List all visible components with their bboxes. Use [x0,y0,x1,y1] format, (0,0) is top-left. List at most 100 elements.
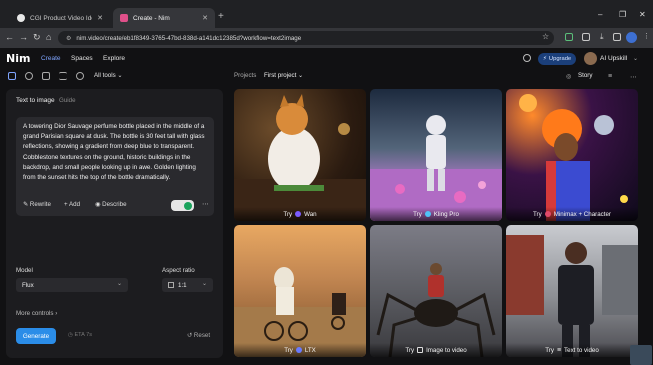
kling-logo-icon [424,211,431,217]
sidebar-icon[interactable] [613,33,621,41]
gallery-card-image-to-video[interactable]: Try Image to video [370,225,502,357]
gallery-card-minimax[interactable]: Try Minimax + Character [506,89,638,221]
try-model-button[interactable]: Try Wan [234,207,366,221]
more-controls-toggle[interactable]: More controls › [16,310,57,317]
close-window-icon[interactable]: ✕ [639,10,646,19]
more-options-icon[interactable]: ⋯ [630,73,637,81]
wan-logo-icon [295,211,302,217]
model-select[interactable]: Flux ⌄ [16,278,128,292]
search-icon[interactable] [523,54,531,62]
download-icon[interactable]: ⤓ [600,32,604,42]
upgrade-button[interactable]: ⚡ Upgrade [538,53,576,65]
minimize-icon[interactable]: – [598,10,602,19]
bookmark-star-icon[interactable]: ☆ [542,32,549,41]
new-tab-button[interactable]: + [218,11,224,22]
text-lines-icon: ≡ [556,346,562,354]
prompt-text[interactable]: A towering Dior Sauvage perfume bottle p… [23,122,209,183]
generate-button[interactable]: Generate [16,328,56,344]
rewrite-label: Rewrite [29,201,51,208]
reload-icon[interactable]: ↻ [33,32,41,43]
aspect-ratio-label: Aspect ratio [162,267,195,274]
projects-label[interactable]: Projects [234,72,256,79]
nav-spaces[interactable]: Spaces [71,55,93,62]
chevron-down-icon: ⌄ [201,281,207,287]
filter-icon[interactable]: ≡ [608,73,612,80]
square-icon [168,282,174,288]
nav-create[interactable]: Create [41,55,61,62]
prompt-enhance-toggle[interactable] [171,200,194,211]
try-model-button[interactable]: Try Minimax + Character [506,207,638,221]
video-mode-icon[interactable] [25,72,33,80]
model-name: LTX [304,346,316,354]
model-name: Text to video [564,346,599,354]
back-icon[interactable]: ← [5,32,14,42]
gallery-card-ltx[interactable]: Try LTX [234,225,366,357]
list-mode-icon[interactable] [59,72,67,80]
ltx-logo-icon [295,347,302,353]
try-label: Try [405,346,415,354]
prompt-more-icon[interactable]: ⋯ [202,200,209,208]
eta-text: ◷ ETA 7s [68,332,93,338]
guide-link[interactable]: Guide [59,97,76,104]
browser-tab-nim[interactable]: Create - Nim ✕ [113,8,215,28]
astronaut-image [370,89,502,221]
nav-explore[interactable]: Explore [103,55,125,62]
edit-mode-icon[interactable] [42,72,50,80]
image-mode-icon[interactable] [8,72,16,80]
browser-tabbar: CGI Product Video Ideas ✕ Create - Nim ✕… [0,0,653,28]
maximize-icon[interactable]: ❐ [619,10,626,19]
reset-label: Reset [193,332,211,339]
tab-title: CGI Product Video Ideas [30,14,92,22]
user-avatar[interactable] [584,52,597,65]
extensions-puzzle-icon[interactable] [582,33,590,41]
rewrite-button[interactable]: ✎ Rewrite [23,201,51,208]
project-selector[interactable]: First project ⌄ [264,72,303,79]
close-tab-icon[interactable]: ✕ [202,14,208,22]
upgrade-label: Upgrade [548,56,572,62]
minimax-logo-icon [544,211,551,217]
aspect-ratio-select[interactable]: 1:1 ⌄ [162,278,213,292]
describe-button[interactable]: ◉ Describe [95,201,127,208]
forward-icon[interactable]: → [19,32,28,42]
gallery-card-wan[interactable]: Try Wan [234,89,366,221]
chevron-down-icon[interactable]: ⌄ [633,55,638,62]
site-info-icon[interactable]: ⚙ [66,35,71,42]
home-icon[interactable]: ⌂ [46,32,51,42]
all-tools-label: All tools [94,72,116,79]
browser-menu-icon[interactable]: ⋮ [643,32,650,40]
try-label: Try [533,210,542,218]
gallery-card-kling[interactable]: Try Kling Pro [370,89,502,221]
cat-chef-image [234,89,366,221]
model-name: Image to video [426,346,467,354]
try-model-button[interactable]: Try LTX [234,343,366,357]
add-button[interactable]: + Add [64,201,80,208]
disco-man-image [506,89,638,221]
try-model-button[interactable]: Try ≡ Text to video [506,343,638,357]
nim-app: Nim Create Spaces Explore ⚡ Upgrade AI U… [0,48,653,365]
nim-logo[interactable]: Nim [6,52,30,65]
eta-value: ETA 7s [74,332,93,338]
try-model-button[interactable]: Try Image to video [370,343,502,357]
story-button[interactable]: Story [578,72,592,79]
browser-profile-avatar[interactable] [626,32,637,43]
prompt-input[interactable]: A towering Dior Sauvage perfume bottle p… [16,117,214,216]
try-label: Try [545,346,554,354]
giant-spider-image [370,225,502,357]
address-bar[interactable]: ⚙ nim.video/create/eb1f8349-3765-47bd-83… [58,31,554,45]
browser-tab-cgi[interactable]: CGI Product Video Ideas ✕ [10,8,110,28]
gallery-card-text-to-video[interactable]: Try ≡ Text to video [506,225,638,357]
tab-favicon-icon [17,14,25,22]
image-icon [417,347,424,353]
model-value: Flux [22,281,34,289]
all-tools-dropdown[interactable]: All tools ⌄ [94,72,123,79]
user-name[interactable]: AI Upskill [600,55,627,62]
try-model-button[interactable]: Try Kling Pro [370,207,502,221]
extension-icon[interactable] [565,33,573,41]
app-subbar: All tools ⌄ Projects First project ⌄ ◎ S… [0,70,653,84]
reset-button[interactable]: ↺ Reset [187,332,210,339]
try-label: Try [413,210,422,218]
eye-mode-icon[interactable] [76,72,84,80]
chevron-down-icon: ⌄ [116,281,122,287]
close-tab-icon[interactable]: ✕ [97,14,103,22]
model-label: Model [16,267,33,274]
